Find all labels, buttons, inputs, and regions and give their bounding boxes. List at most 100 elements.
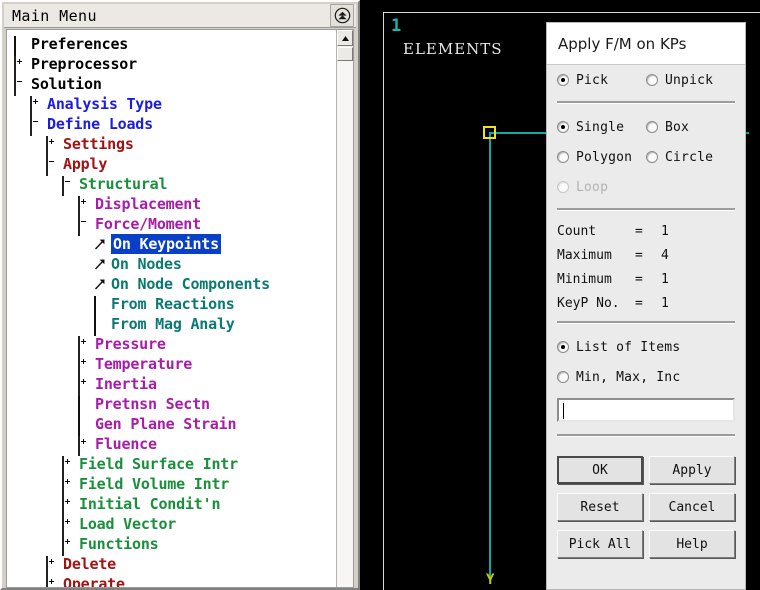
expand-icon[interactable]: [45, 556, 59, 576]
pick-mode-option-pick[interactable]: Pick: [557, 73, 646, 88]
expand-icon[interactable]: [13, 56, 27, 76]
expand-icon[interactable]: [77, 356, 91, 376]
tree-item[interactable]: Preprocessor: [9, 54, 337, 76]
tree-item[interactable]: Preferences: [9, 34, 337, 56]
radio-button[interactable]: [646, 74, 658, 86]
pick-all-button[interactable]: Pick All: [557, 530, 643, 558]
radio-button[interactable]: [557, 151, 569, 163]
radio-label: Pick: [576, 72, 609, 88]
button-row: Pick All Help: [557, 530, 735, 558]
button-label: Help: [676, 536, 708, 552]
tree-item[interactable]: Pretnsn Sectn: [9, 394, 337, 416]
tree-item[interactable]: Delete: [9, 554, 337, 576]
tree-item[interactable]: Inertia: [9, 374, 337, 396]
tree-item[interactable]: Structural: [9, 174, 337, 196]
tree-item[interactable]: Analysis Type: [9, 94, 337, 116]
pick-input[interactable]: [557, 398, 735, 422]
tree-item[interactable]: Temperature: [9, 354, 337, 376]
tree-item[interactable]: Field Surface Intr: [9, 454, 337, 476]
tree-item-label: Apply: [63, 155, 108, 173]
scroll-up-button[interactable]: [337, 30, 353, 46]
radio-row: Pick Unpick: [557, 65, 735, 95]
tree-item[interactable]: Fluence: [9, 434, 337, 456]
counter-label: Minimum: [557, 271, 612, 287]
pick-mode-group: Pick Unpick: [557, 65, 735, 95]
tree-item[interactable]: Functions: [9, 534, 337, 556]
text-caret: [563, 403, 564, 419]
entry-mode-option-0[interactable]: List of Items: [557, 340, 735, 355]
pick-shape-option-box[interactable]: Box: [646, 120, 735, 135]
scrollbar-track[interactable]: [337, 61, 353, 587]
tree-item-label: Displacement: [95, 195, 201, 213]
tree-item[interactable]: Gen Plane Strain: [9, 414, 337, 436]
entry-mode-option-1[interactable]: Min, Max, Inc: [557, 370, 735, 385]
tree-item[interactable]: Field Volume Intr: [9, 474, 337, 496]
ok-button[interactable]: OK: [557, 456, 643, 484]
tree-item[interactable]: On Keypoints: [9, 234, 337, 254]
radio-button[interactable]: [646, 121, 658, 133]
counter-value: 4: [661, 247, 669, 263]
expand-icon[interactable]: [45, 576, 59, 587]
radio-label: Min, Max, Inc: [576, 369, 681, 385]
collapse-icon[interactable]: [29, 116, 43, 136]
tree-item[interactable]: Apply: [9, 154, 337, 176]
tree-item[interactable]: Initial Condit'n: [9, 494, 337, 516]
radio-button[interactable]: [557, 74, 569, 86]
radio-button[interactable]: [557, 371, 569, 383]
button-label: Reset: [580, 499, 620, 515]
expand-icon[interactable]: [77, 336, 91, 356]
menu-tree[interactable]: Preferences Preprocessor Solution Analysis …: [7, 30, 337, 587]
expand-icon[interactable]: [61, 516, 75, 536]
apply-button[interactable]: Apply: [649, 456, 735, 484]
expand-icon[interactable]: [61, 536, 75, 556]
menu-scrollbar[interactable]: [336, 30, 353, 587]
tree-item[interactable]: From Reactions: [9, 294, 337, 316]
tree-item[interactable]: On Node Components: [9, 274, 337, 294]
scrollbar-thumb[interactable]: [337, 47, 353, 61]
main-menu-title: Main Menu: [12, 6, 97, 25]
pick-shape-option-circle[interactable]: Circle: [646, 150, 735, 165]
expand-icon[interactable]: [61, 496, 75, 516]
tree-item[interactable]: Pressure: [9, 334, 337, 356]
radio-button[interactable]: [557, 121, 569, 133]
collapse-icon[interactable]: [61, 176, 75, 196]
expand-icon[interactable]: [45, 136, 59, 156]
radio-button: [557, 181, 569, 193]
tree-item[interactable]: From Mag Analy: [9, 314, 337, 336]
tree-item-label: Preferences: [31, 35, 129, 53]
pick-shape-option-single[interactable]: Single: [557, 120, 646, 135]
tree-item-label: Temperature: [95, 355, 193, 373]
reset-button[interactable]: Reset: [557, 493, 643, 521]
collapse-icon[interactable]: [45, 156, 59, 176]
cancel-button[interactable]: Cancel: [649, 493, 735, 521]
expand-icon[interactable]: [29, 96, 43, 116]
tree-item[interactable]: Operate: [9, 574, 337, 587]
radio-button[interactable]: [557, 341, 569, 353]
tree-item[interactable]: Load Vector: [9, 514, 337, 536]
tree-item[interactable]: Settings: [9, 134, 337, 156]
tree-item[interactable]: On Nodes: [9, 254, 337, 274]
double-chevron-up-icon: [334, 7, 350, 24]
expand-icon[interactable]: [77, 436, 91, 456]
pick-shape-option-polygon[interactable]: Polygon: [557, 150, 646, 165]
collapse-icon[interactable]: [13, 76, 27, 96]
radio-label: Circle: [665, 149, 714, 165]
collapse-button[interactable]: [330, 4, 354, 27]
divider-2: [557, 208, 735, 211]
expand-icon[interactable]: [61, 476, 75, 496]
tree-item[interactable]: Displacement: [9, 194, 337, 216]
app-root: 1 ELEMENTS Y Main Menu Preferences Prepro…: [0, 0, 760, 590]
tree-item[interactable]: Define Loads: [9, 114, 337, 136]
tree-item[interactable]: Force/Moment: [9, 214, 337, 236]
expand-icon[interactable]: [61, 456, 75, 476]
pick-mode-option-unpick[interactable]: Unpick: [646, 73, 735, 88]
radio-button[interactable]: [646, 151, 658, 163]
button-row: Reset Cancel: [557, 493, 735, 521]
collapse-icon[interactable]: [77, 216, 91, 236]
expand-icon[interactable]: [77, 376, 91, 396]
tree-item[interactable]: Solution: [9, 74, 337, 96]
expand-icon[interactable]: [77, 196, 91, 216]
help-button[interactable]: Help: [649, 530, 735, 558]
divider-3: [557, 321, 735, 324]
tree-item-label: From Mag Analy: [111, 315, 235, 333]
